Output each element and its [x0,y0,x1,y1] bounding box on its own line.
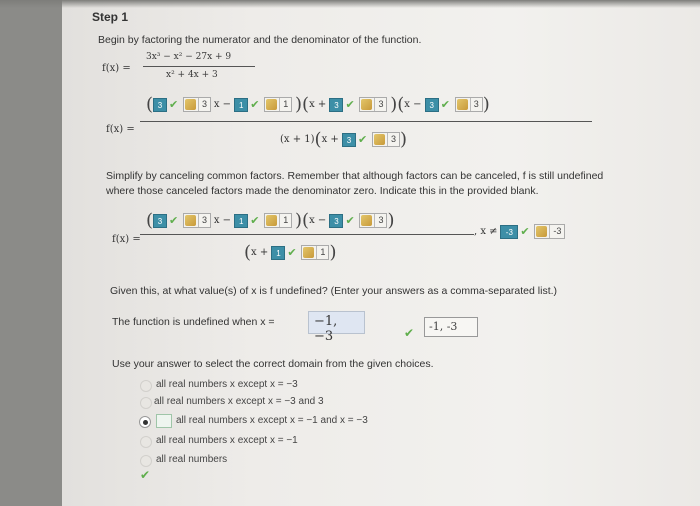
factored-numerator: (3 ✔ 3 x − 1 ✔ 1 )(x + 3 ✔ 3 )(x − 3 ✔ 3) [146,94,490,115]
simplified-denominator: (x + 1 ✔ 1) [244,242,337,263]
denominator: x² + 4x + 3 [166,70,218,80]
blank[interactable]: 3 [341,132,356,147]
check-icon: ✔ [440,99,450,111]
radio-choice-1[interactable] [140,380,152,392]
choice-label-4: all real numbers x except x = −1 [156,435,298,446]
blank[interactable]: 1 [234,213,249,228]
blank[interactable]: 1 [271,245,286,260]
choice-label-3: all real numbers x except x = −1 and x =… [176,415,368,426]
answer-key-icon: 1 [264,97,293,112]
check-icon: ✔ [169,215,179,227]
blank[interactable]: 3 [424,97,439,112]
blank[interactable]: 3 [329,213,344,228]
f-label-factored: f(x) = [106,124,135,135]
check-icon: ✔ [520,226,530,238]
excluded-value: , x ≠ -3 ✔ -3 [474,224,566,239]
answer-key-icon: 3 [371,132,400,147]
blank[interactable]: -3 [500,224,519,239]
blank[interactable]: 1 [234,97,249,112]
check-icon: ✔ [287,247,297,259]
check-icon: ✔ [250,215,260,227]
top-shadow [0,0,700,8]
choice-label-1: all real numbers x except x = −3 [156,379,298,390]
answer-key-icon: 1 [264,213,293,228]
fraction-bar [140,234,474,235]
fraction-bar [143,66,255,67]
blank[interactable]: 3 [329,97,344,112]
answer-key-icon: -3 [534,224,566,239]
choice-label-2: all real numbers x except x = −3 and 3 [154,396,324,407]
blank[interactable]: 3 [153,213,168,228]
radio-choice-3[interactable] [139,416,151,428]
answer-key-icon: 3 [454,97,483,112]
check-icon: ✔ [357,134,368,146]
check-icon: ✔ [404,326,415,340]
blank[interactable]: 3 [153,97,168,112]
radio-choice-5[interactable] [140,455,152,467]
numerator: 3x³ − x² − 27x + 9 [146,52,232,62]
factored-denominator: (x + 1)(x + 3 ✔ 3) [280,129,408,150]
correct-answer-box: -1, -3 [424,317,478,337]
check-icon: ✔ [345,99,355,111]
step-title: Step 1 [92,10,129,24]
choice-label-5: all real numbers [156,454,228,465]
simplify-text-2: where those canceled factors made the de… [106,185,539,197]
check-icon: ✔ [250,99,260,111]
simplified-numerator: (3 ✔ 3 x − 1 ✔ 1 )(x − 3 ✔ 3) [146,210,395,231]
answer-key-icon: 3 [183,213,212,228]
answer-input[interactable]: −1, −3 [308,311,365,344]
question-text: Given this, at what value(s) of x is f u… [110,285,558,297]
check-icon: ✔ [169,99,179,111]
question-panel [62,0,700,506]
radio-choice-4[interactable] [140,436,152,448]
simplify-text-1: Simplify by canceling common factors. Re… [106,170,604,182]
undefined-label: The function is undefined when x = [112,316,275,328]
check-icon: ✔ [140,468,151,482]
intro-text: Begin by factoring the numerator and the… [98,34,422,46]
check-icon: ✔ [345,215,355,227]
f-label-simplified: f(x) = [112,234,141,245]
domain-prompt: Use your answer to select the correct do… [112,358,434,370]
radio-choice-2[interactable] [140,397,152,409]
answer-key-icon: 3 [359,97,388,112]
answer-key-icon: 1 [301,245,330,260]
fraction-bar [140,121,592,122]
answer-key-icon: 3 [359,213,388,228]
answer-key-icon: 3 [183,97,212,112]
f-label: f(x) = [102,63,131,74]
selected-marker [156,414,172,428]
